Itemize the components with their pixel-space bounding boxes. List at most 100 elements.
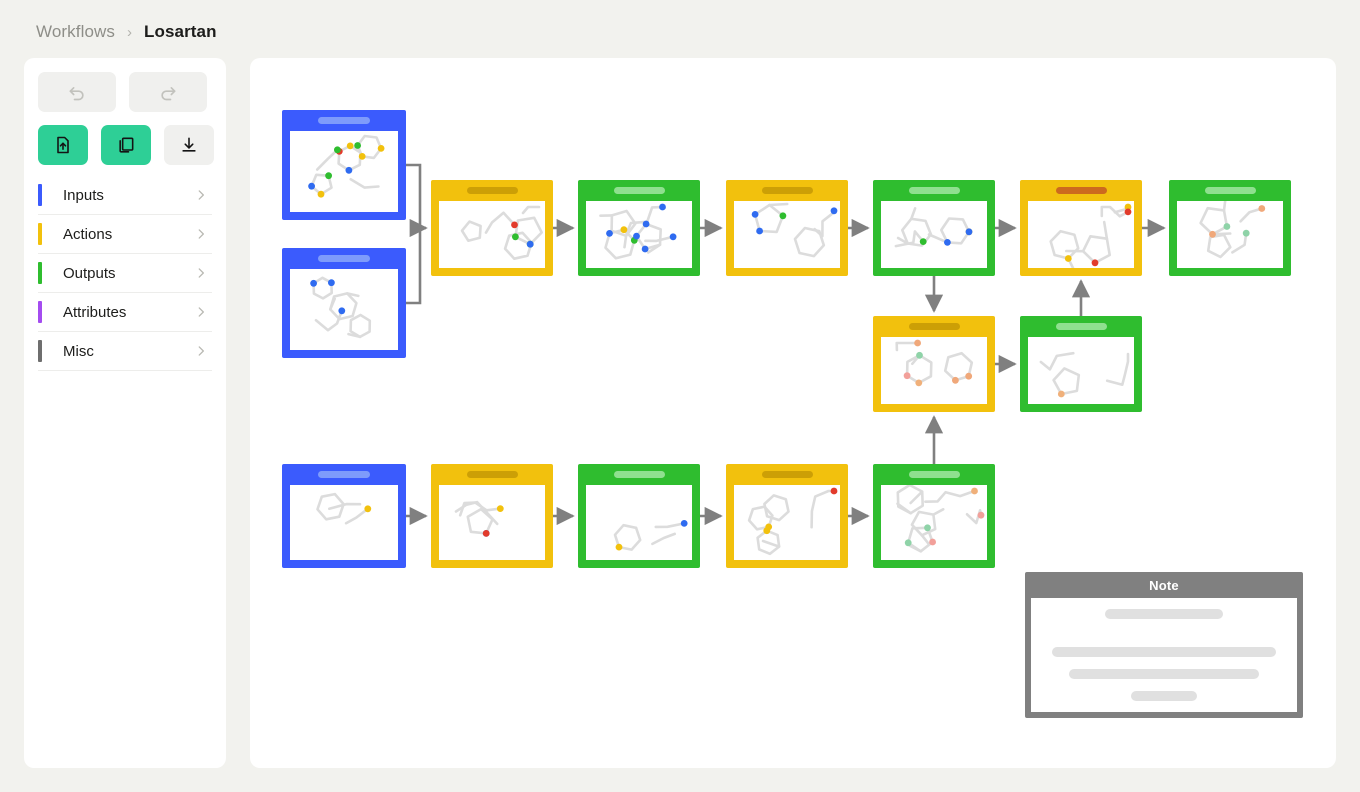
- chevron-right-icon: [194, 227, 208, 241]
- sidebar-item-color-bar: [38, 301, 42, 323]
- node-title-placeholder: [613, 471, 665, 478]
- node-header: [282, 464, 406, 485]
- workflow-node-action[interactable]: [431, 180, 553, 276]
- sidebar-item-color-bar: [38, 262, 42, 284]
- node-title-placeholder: [613, 187, 665, 194]
- note-skeleton-line: [1052, 647, 1276, 657]
- toolbar-row-actions: [38, 125, 214, 165]
- breadcrumb: Workflows › Losartan: [36, 18, 217, 46]
- file-upload-icon: [57, 136, 69, 154]
- node-molecule-preview: [881, 485, 987, 560]
- sidebar-item-outputs[interactable]: Outputs: [38, 254, 212, 293]
- redo-button[interactable]: [129, 72, 207, 112]
- sidebar-item-label: Outputs: [63, 264, 116, 282]
- node-molecule-preview: [734, 201, 840, 268]
- download-icon: [182, 137, 196, 152]
- node-header: [1020, 316, 1142, 337]
- workflow-node-action[interactable]: [431, 464, 553, 568]
- workflow-node-action[interactable]: [726, 180, 848, 276]
- sidebar-item-label: Inputs: [63, 186, 104, 204]
- download-button[interactable]: [164, 125, 214, 165]
- node-header: [726, 180, 848, 201]
- workflow-edge-merge: [406, 163, 422, 305]
- node-title-placeholder: [466, 187, 518, 194]
- note-card[interactable]: Note: [1025, 572, 1303, 718]
- node-molecule-preview: [1028, 201, 1134, 268]
- node-title-placeholder: [908, 323, 960, 330]
- sidebar-panel: Inputs Actions Outputs Attributes Misc: [24, 58, 226, 768]
- sidebar-menu: Inputs Actions Outputs Attributes Misc: [38, 176, 212, 371]
- chevron-right-icon: [194, 266, 208, 280]
- node-header: [1169, 180, 1291, 201]
- note-title: Note: [1149, 577, 1179, 593]
- node-molecule-preview: [439, 201, 545, 268]
- note-skeleton-line: [1105, 609, 1223, 619]
- node-header: [282, 248, 406, 269]
- node-molecule-preview: [439, 485, 545, 560]
- node-header: [578, 180, 700, 201]
- workflow-node-action[interactable]: [1020, 180, 1142, 276]
- node-title-placeholder: [761, 471, 813, 478]
- breadcrumb-root-link[interactable]: Workflows: [36, 22, 115, 42]
- toolbar-row-history: [38, 72, 214, 112]
- node-header: [726, 464, 848, 485]
- workflow-node-output[interactable]: [873, 464, 995, 568]
- sidebar-item-attributes[interactable]: Attributes: [38, 293, 212, 332]
- sidebar-item-color-bar: [38, 223, 42, 245]
- page-title: Losartan: [144, 22, 217, 41]
- redo-icon: [161, 87, 176, 101]
- node-molecule-preview: [734, 485, 840, 560]
- note-skeleton-line: [1069, 669, 1259, 679]
- node-molecule-preview: [1177, 201, 1283, 268]
- node-molecule-preview: [290, 131, 398, 212]
- workflow-node-output[interactable]: [1169, 180, 1291, 276]
- node-title-placeholder: [908, 187, 960, 194]
- workflow-node-input[interactable]: [282, 248, 406, 358]
- workflow-node-output[interactable]: [873, 180, 995, 276]
- node-title-placeholder: [318, 255, 370, 262]
- sidebar-item-inputs[interactable]: Inputs: [38, 176, 212, 215]
- node-title-placeholder: [1055, 187, 1107, 194]
- duplicate-button[interactable]: [101, 125, 151, 165]
- undo-button[interactable]: [38, 72, 116, 112]
- workflow-canvas[interactable]: Note: [250, 58, 1336, 768]
- undo-icon: [69, 87, 84, 101]
- node-molecule-preview: [586, 485, 692, 560]
- node-title-placeholder: [1055, 323, 1107, 330]
- workflow-node-output[interactable]: [1020, 316, 1142, 412]
- copy-icon: [119, 137, 134, 153]
- node-header: [873, 464, 995, 485]
- node-molecule-preview: [1028, 337, 1134, 404]
- node-title-placeholder: [466, 471, 518, 478]
- node-title-placeholder: [908, 471, 960, 478]
- node-title-placeholder: [318, 117, 370, 124]
- sidebar-item-color-bar: [38, 340, 42, 362]
- upload-button[interactable]: [38, 125, 88, 165]
- workflow-node-output[interactable]: [578, 464, 700, 568]
- chevron-right-icon: ›: [127, 23, 132, 41]
- node-molecule-preview: [881, 201, 987, 268]
- sidebar-item-label: Attributes: [63, 303, 127, 321]
- workflow-node-action[interactable]: [873, 316, 995, 412]
- note-body: [1031, 598, 1297, 712]
- node-title-placeholder: [1204, 187, 1256, 194]
- note-skeleton-line: [1131, 691, 1197, 701]
- sidebar-item-misc[interactable]: Misc: [38, 332, 212, 371]
- workflow-node-input[interactable]: [282, 110, 406, 220]
- node-molecule-preview: [586, 201, 692, 268]
- node-molecule-preview: [290, 485, 398, 560]
- chevron-right-icon: [194, 188, 208, 202]
- sidebar-item-actions[interactable]: Actions: [38, 215, 212, 254]
- node-molecule-preview: [290, 269, 398, 350]
- editor-toolbar: [38, 72, 214, 165]
- node-title-placeholder: [761, 187, 813, 194]
- workflow-node-input[interactable]: [282, 464, 406, 568]
- node-header: [282, 110, 406, 131]
- workflow-node-action[interactable]: [726, 464, 848, 568]
- sidebar-item-label: Misc: [63, 342, 94, 360]
- workflow-node-output[interactable]: [578, 180, 700, 276]
- node-header: [431, 464, 553, 485]
- node-header: [873, 180, 995, 201]
- node-title-placeholder: [318, 471, 370, 478]
- sidebar-item-color-bar: [38, 184, 42, 206]
